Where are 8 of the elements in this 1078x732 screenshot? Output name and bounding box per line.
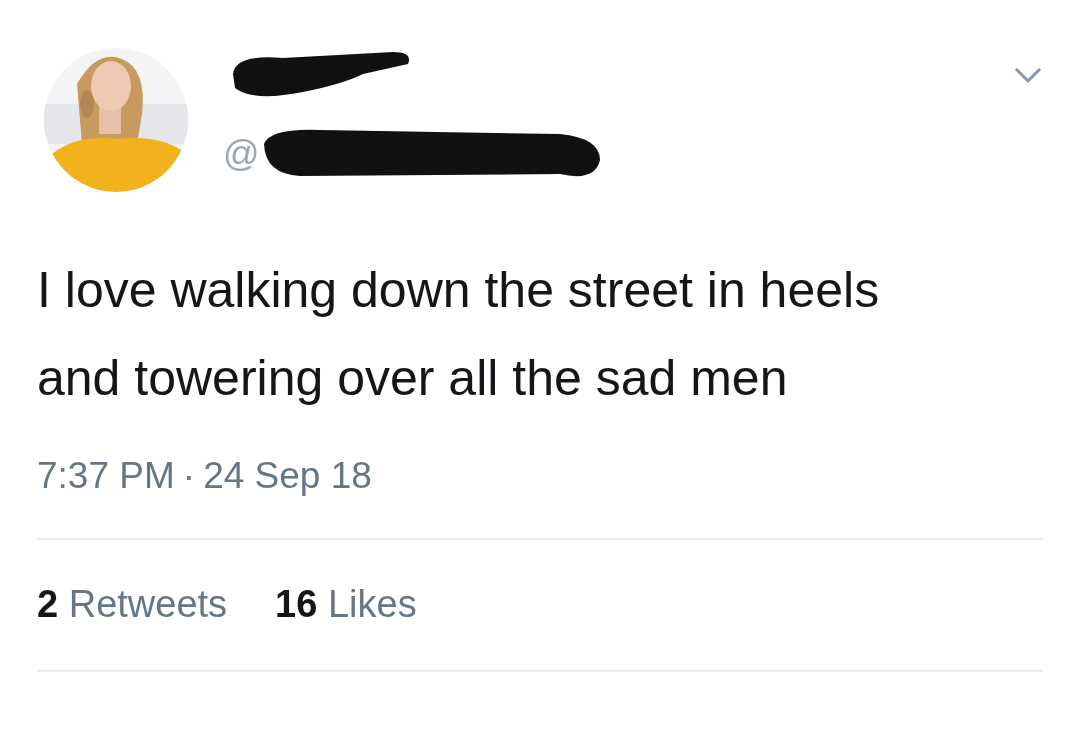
tweet-time: 7:37 PM: [37, 454, 175, 498]
stat-link[interactable]: 16 Likes: [275, 576, 417, 633]
tweet-date: 24 Sep 18: [203, 454, 372, 498]
handle-prefix: @: [223, 136, 260, 172]
separator-dot: ·: [182, 454, 196, 498]
chevron-down-icon[interactable]: [1013, 65, 1043, 84]
stat-link[interactable]: 2 Retweets: [37, 576, 228, 633]
tweet-text: I love walking down the street in heels and towering over all the sad men: [37, 261, 881, 408]
